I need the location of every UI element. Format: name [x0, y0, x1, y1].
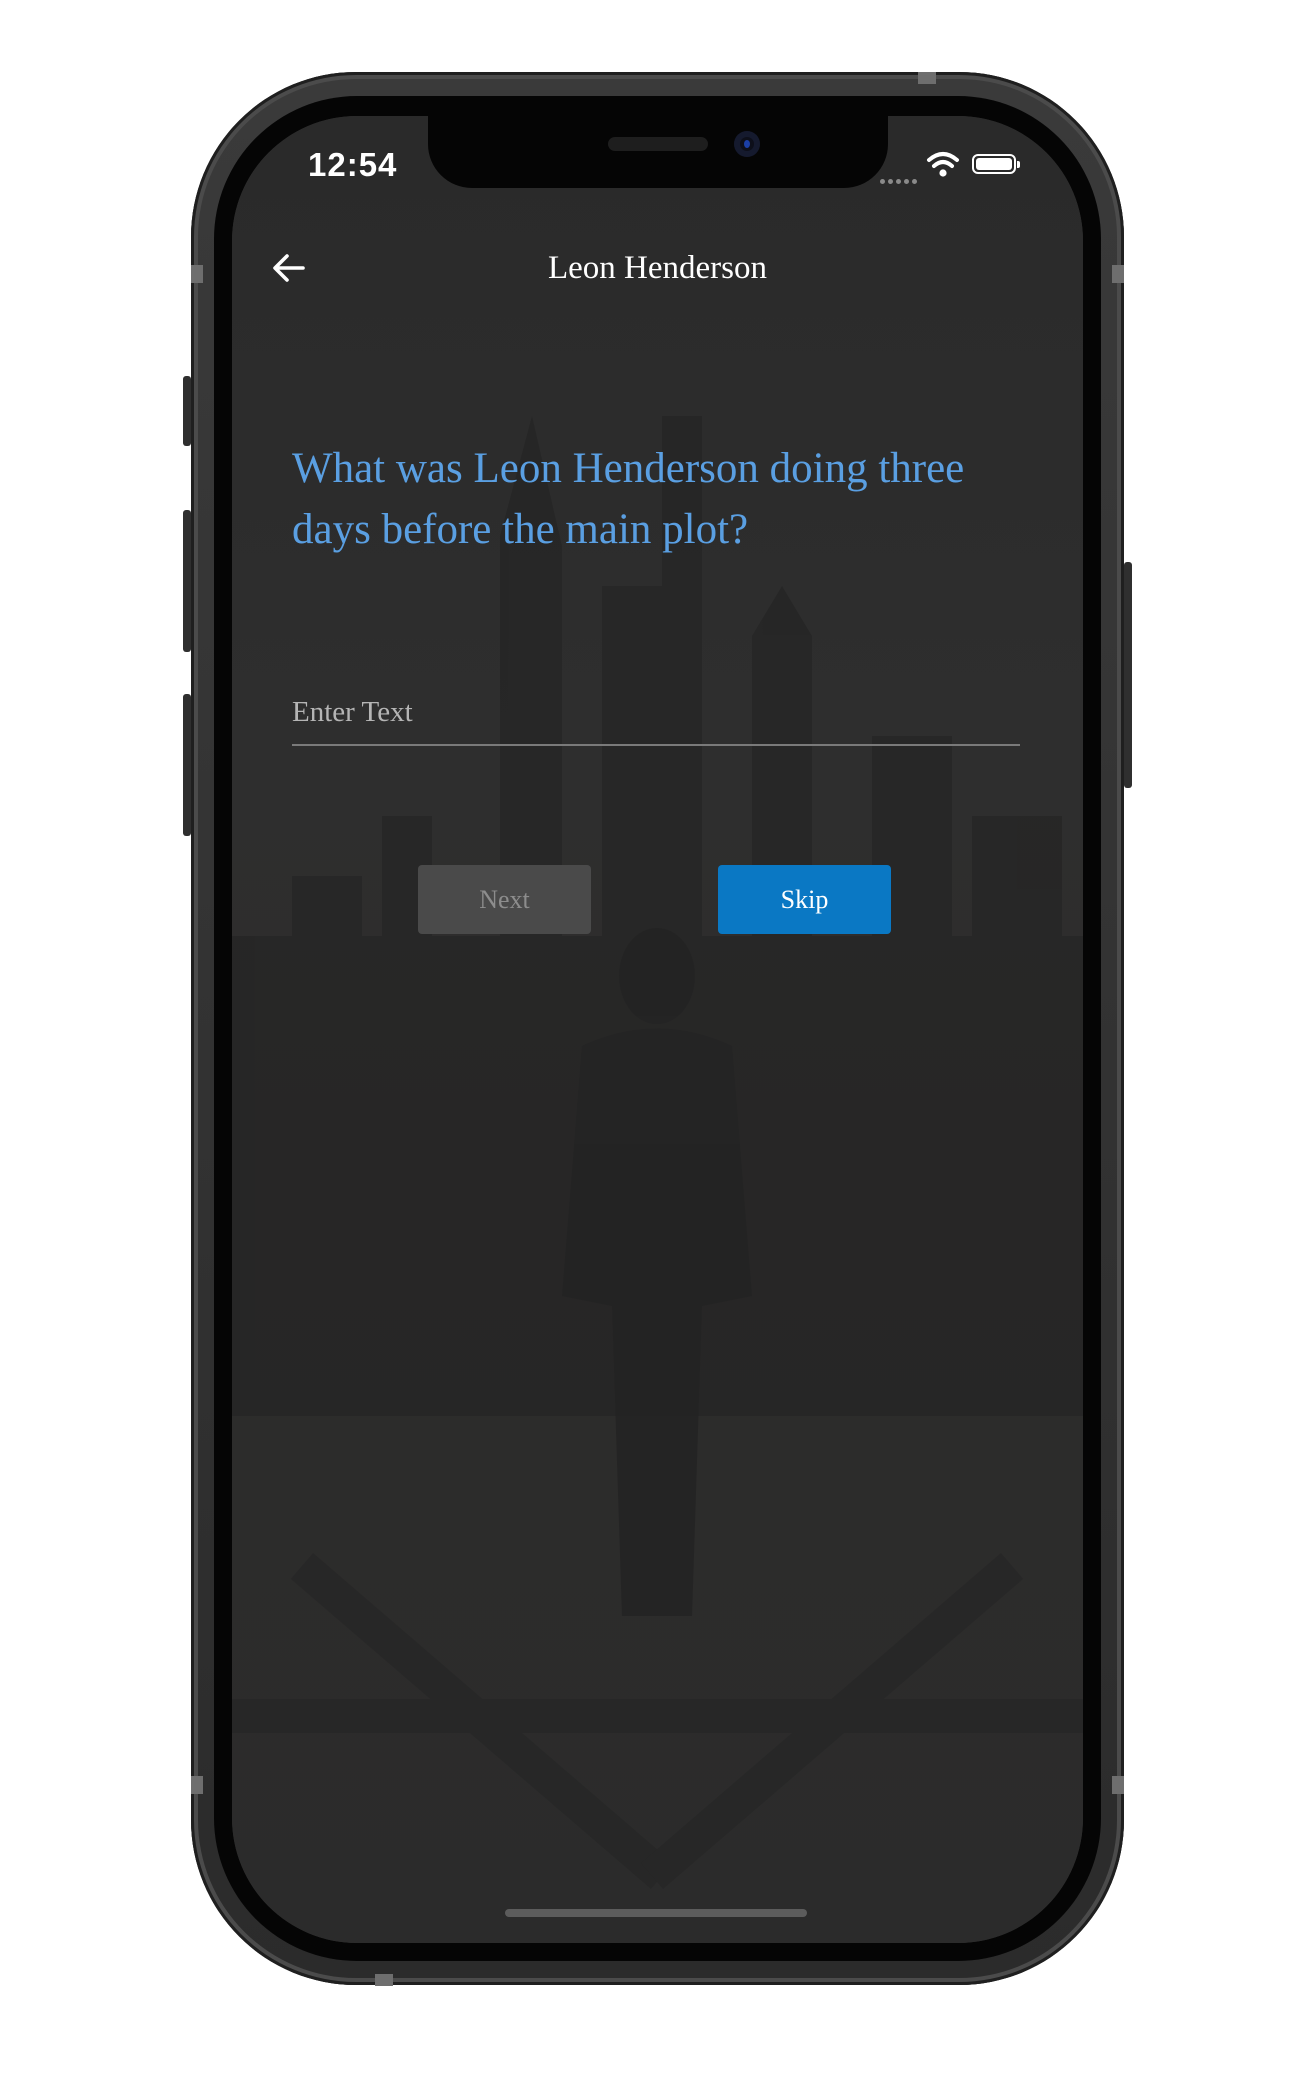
- volume-up-button: [183, 510, 191, 652]
- silent-switch: [183, 376, 191, 446]
- volume-down-button: [183, 694, 191, 836]
- home-indicator: [505, 1909, 807, 1917]
- answer-input[interactable]: [292, 680, 1020, 746]
- notch: [428, 116, 888, 188]
- app-screen: 12:54 Leon Henderson What was Leon Hende…: [232, 116, 1083, 1943]
- front-camera: [734, 131, 760, 157]
- background-city-image: [232, 116, 1083, 1943]
- antenna-band: [1112, 1776, 1124, 1794]
- antenna-band: [1112, 265, 1124, 283]
- power-button: [1124, 562, 1132, 788]
- antenna-band: [375, 1974, 393, 1986]
- antenna-band: [191, 265, 203, 283]
- next-button[interactable]: Next: [418, 865, 591, 934]
- cellular-signal-icon: [880, 171, 920, 189]
- status-time: 12:54: [308, 146, 398, 183]
- battery-icon: [972, 154, 1020, 174]
- antenna-band: [191, 1776, 203, 1794]
- wifi-icon: [927, 152, 959, 177]
- antenna-band: [918, 72, 936, 84]
- skip-button[interactable]: Skip: [718, 865, 891, 934]
- question-text: What was Leon Henderson doing three days…: [292, 445, 965, 553]
- earpiece-speaker: [608, 137, 708, 151]
- page-title: Leon Henderson: [547, 250, 767, 286]
